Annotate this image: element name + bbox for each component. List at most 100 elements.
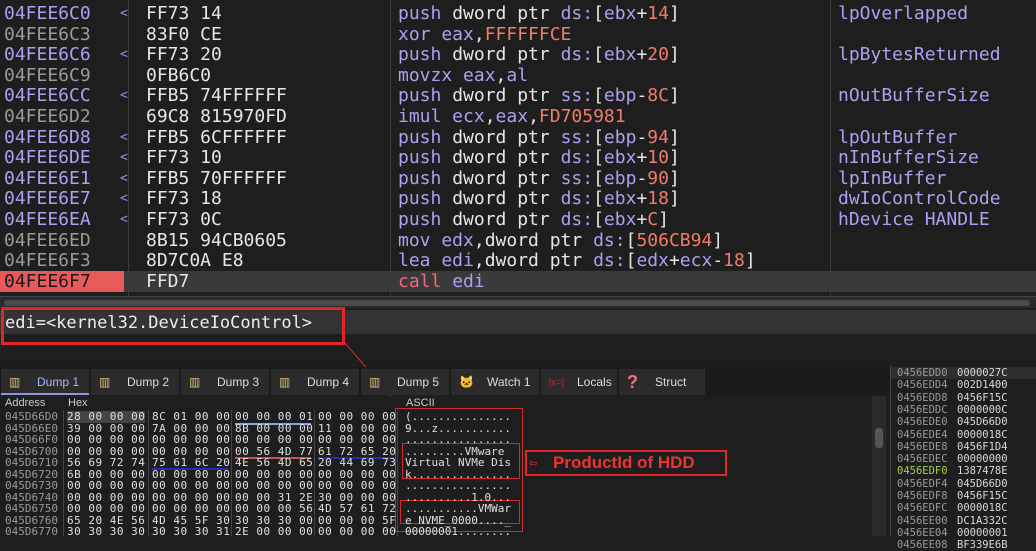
stack-address: 0456EDEC <box>897 453 948 466</box>
memory-icon: ▥ <box>189 375 201 389</box>
stack-address: 0456EDD4 <box>897 379 948 392</box>
dump-scrollbar[interactable] <box>872 396 886 536</box>
address-header: Address <box>5 397 46 409</box>
dump-row[interactable]: 045D6730 00 00 00 00 00 00 00 00 00 00 00 0… <box>0 479 511 492</box>
hex-group: 00 00 00 00 <box>318 479 397 492</box>
stack-address: 0456EDE0 <box>897 416 948 429</box>
ascii: ................ <box>405 433 511 446</box>
dump-row[interactable]: 045D66D0 28 00 00 00 8C 01 00 00 00 00 00 0… <box>0 410 511 423</box>
stack-address: 0456EDD8 <box>897 391 948 404</box>
stack-value: BF339E6B <box>957 539 1008 551</box>
stack-address: 0456EDE8 <box>897 440 948 453</box>
tab-watch-1[interactable]: 🐱 Watch 1 <box>451 369 539 395</box>
stack-address: 0456EE00 <box>897 514 948 527</box>
hex-dump-view[interactable]: Address Hex ASCII 045D66D0 28 00 00 00 8C … <box>0 396 872 537</box>
stack-value: 0000018C <box>957 428 1008 441</box>
stack-value: 0000000C <box>957 403 1008 416</box>
tab-dump-5[interactable]: ▥ Dump 5 <box>361 369 449 395</box>
stack-address: 0456EDFC <box>897 502 948 515</box>
tab-label: Watch 1 <box>487 375 531 389</box>
ascii: ...........VMWar <box>405 502 511 515</box>
ascii: ................ <box>405 479 511 492</box>
hex-group: 00 00 00 00 <box>67 479 146 492</box>
stack-row[interactable]: 0456EDE0 045D66D0 <box>891 416 1036 428</box>
hex-group: 00 00 00 00 <box>235 433 314 446</box>
address: 045D6730 <box>5 479 58 492</box>
hex-group: 8C 01 00 00 <box>152 410 231 423</box>
stack-value: 1387478E <box>957 465 1008 478</box>
stack-row[interactable]: 0456EE00 DC1A332C <box>891 515 1036 527</box>
stack-value: DC1A332C <box>957 514 1008 527</box>
ascii: (............... <box>405 410 511 423</box>
stack-value: 0000027C <box>957 367 1008 379</box>
hex-header: Hex <box>68 397 88 409</box>
tab-dump-4[interactable]: ▥ Dump 4 <box>271 369 359 395</box>
tab-dump-2[interactable]: ▥ Dump 2 <box>91 369 179 395</box>
stack-value: 0000018C <box>957 502 1008 515</box>
stack-row[interactable]: 0456EDDC 0000000C <box>891 404 1036 416</box>
tab-label: Locals <box>577 375 612 389</box>
stack-row[interactable]: 0456EDFC 0000018C <box>891 502 1036 514</box>
dump-row[interactable]: 045D66F0 00 00 00 00 00 00 00 00 00 00 00 0… <box>0 433 511 446</box>
tab-label: Dump 3 <box>217 375 260 389</box>
stack-row[interactable]: 0456EDD0 0000027C <box>891 367 1036 380</box>
stack-value: 002D1400 <box>957 379 1008 392</box>
tab-dump-1[interactable]: ▥ Dump 1 <box>1 369 89 395</box>
stack-address: 0456EDD0 <box>897 367 948 379</box>
hex-group: 28 00 00 00 <box>67 410 146 423</box>
stack-row[interactable]: 0456EE04 00000001 <box>891 527 1036 539</box>
tab-label: Dump 5 <box>397 375 440 389</box>
address: 045D66F0 <box>5 433 58 446</box>
stack-row[interactable]: 0456EDF0 1387478E <box>891 465 1036 477</box>
stack-address: 0456EDE4 <box>897 428 948 441</box>
stack-view[interactable]: 0456EDD0 0000027C 0456EDD4 002D1400 0456EDD8… <box>890 365 1036 551</box>
dump-row[interactable]: 045D6750 00 00 00 00 00 00 00 00 00 00 00 5… <box>0 502 511 515</box>
ascii: Virtual NVMe Dis <box>405 456 511 469</box>
address: 045D66D0 <box>5 410 58 423</box>
stack-row[interactable]: 0456EDD8 0456F15C <box>891 392 1036 404</box>
arrow-left-icon: ⇦ <box>529 455 538 471</box>
stack-address: 0456EDF8 <box>897 490 948 502</box>
hex-group: 4D 57 61 72 <box>318 502 397 515</box>
stack-row[interactable]: 0456EE08 BF339E6B <box>891 539 1036 551</box>
stack-value: 0456F15C <box>957 391 1008 404</box>
hex-group: 00 00 00 00 <box>152 479 231 492</box>
stack-row[interactable]: 0456EDE8 0456F1D4 <box>891 441 1036 453</box>
tab-dump-3[interactable]: ▥ Dump 3 <box>181 369 269 395</box>
stack-row[interactable]: 0456EDF4 045D66D0 <box>891 478 1036 490</box>
hex-group: 4E 56 4D 65 <box>235 456 314 469</box>
hex-group: 00 00 00 00 <box>152 502 231 515</box>
hex-group: 00 00 00 00 <box>152 433 231 446</box>
stack-value: 045D66D0 <box>957 416 1008 429</box>
tab-struct[interactable]: ? Struct <box>619 369 705 395</box>
hex-group: 00 00 00 00 <box>67 502 146 515</box>
watch-icon: 🐱 <box>459 375 474 389</box>
annotation-label: ProductId of HDD <box>525 450 727 476</box>
stack-row[interactable]: 0456EDF8 0456F15C <box>891 490 1036 502</box>
tab-locals[interactable]: [x=] Locals <box>541 369 617 395</box>
hex-group: 00 00 00 00 <box>67 433 146 446</box>
stack-address: 0456EE08 <box>897 539 948 551</box>
memory-icon: ▥ <box>279 375 291 389</box>
hex-group: 56 69 72 74 <box>67 456 146 469</box>
stack-row[interactable]: 0456EDEC 00000000 <box>891 453 1036 465</box>
address: 045D6710 <box>5 456 58 469</box>
hex-group: 00 00 00 00 <box>318 433 397 446</box>
stack-row[interactable]: 0456EDE4 0000018C <box>891 429 1036 441</box>
dump-tab-bar: ▥ Dump 1 ▥ Dump 2 ▥ Dump 3 ▥ Dump 4 ▥ Dump 5 🐱 Watc… <box>0 367 890 395</box>
dump-row[interactable]: 045D6710 56 69 72 74 75 61 6C 20 4E 56 4D 6… <box>0 456 511 469</box>
stack-row[interactable]: 0456EDD4 002D1400 <box>891 379 1036 391</box>
stack-address: 0456EE04 <box>897 526 948 539</box>
tab-label: Dump 1 <box>37 375 80 389</box>
hex-group: 00 00 00 56 <box>235 502 314 515</box>
hex-group: 20 44 69 73 <box>318 456 397 469</box>
stack-address: 0456EDF4 <box>897 477 948 490</box>
stack-value: 00000000 <box>957 453 1008 466</box>
address: 045D6750 <box>5 502 58 515</box>
memory-icon: ▥ <box>369 375 381 389</box>
stack-address: 0456EDDC <box>897 403 948 416</box>
stack-value: 00000001 <box>957 526 1008 539</box>
memory-icon: ▥ <box>9 375 21 389</box>
hex-group: 00 00 00 00 <box>318 410 397 423</box>
scroll-thumb[interactable] <box>875 428 883 448</box>
